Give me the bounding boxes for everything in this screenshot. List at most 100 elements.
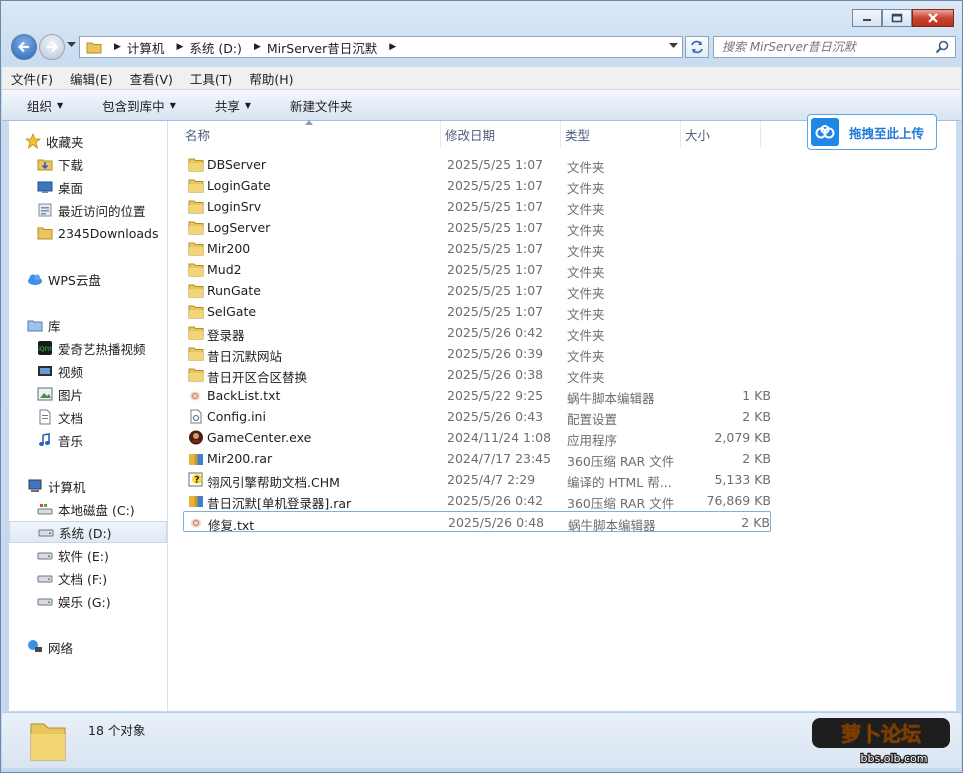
upload-label: 拖拽至此上传 (849, 125, 925, 141)
new-folder-label: 新建文件夹 (290, 98, 353, 114)
minimize-icon (863, 19, 871, 21)
forward-button[interactable] (39, 34, 65, 60)
cloud-upload-icon (811, 118, 839, 146)
new-folder-button[interactable]: 新建文件夹 (265, 96, 367, 115)
file-type: 文件夹 (567, 307, 605, 322)
file-row[interactable]: Mir200.rar 2024/7/17 23:45 360压缩 RAR 文件 2 K… (183, 448, 771, 469)
file-row[interactable]: Mud2 2025/5/25 1:07 文件夹 (183, 259, 771, 280)
music-library-icon (37, 432, 53, 448)
breadcrumb-computer[interactable]: 计算机 (127, 38, 171, 57)
download-folder-icon (37, 156, 53, 172)
file-row[interactable]: LogServer 2025/5/25 1:07 文件夹 (183, 217, 771, 238)
menu-tools[interactable]: 工具(T) (181, 69, 240, 88)
file-row[interactable]: LoginSrv 2025/5/25 1:07 文件夹 (183, 196, 771, 217)
file-row[interactable]: GameCenter.exe 2024/11/24 1:08 应用程序 2,079 K… (183, 427, 771, 448)
nav-computer[interactable]: 计算机 (27, 475, 183, 497)
file-row[interactable]: SelGate 2025/5/25 1:07 文件夹 (183, 301, 771, 322)
file-name: LoginGate (207, 178, 271, 193)
desktop-icon (37, 179, 53, 195)
nav-network[interactable]: 网络 (27, 636, 183, 658)
breadcrumb-separator-icon[interactable]: ▶ (170, 42, 189, 52)
file-modified-date: 2025/5/22 9:25 (447, 388, 544, 403)
organize-button[interactable]: 组织 ▼ (2, 96, 77, 115)
breadcrumb-separator-icon[interactable]: ▶ (383, 42, 402, 52)
file-type: 蜗牛脚本编辑器 (567, 391, 655, 406)
nav-item-label: 娱乐 (G:) (58, 594, 111, 610)
nav-favorites[interactable]: 收藏夹 (25, 130, 181, 152)
file-modified-date: 2025/5/25 1:07 (447, 283, 544, 298)
file-row[interactable]: BackList.txt 2025/5/22 9:25 蜗牛脚本编辑器 1 KB (183, 385, 771, 406)
folder-large-icon (30, 723, 66, 761)
file-row[interactable]: 昔日沉默网站 2025/5/26 0:39 文件夹 (183, 343, 771, 364)
column-header-type[interactable]: 类型 (561, 121, 681, 147)
organize-label: 组织 (27, 98, 53, 114)
iqiyi-icon: iQIYI (37, 340, 53, 356)
file-type: 文件夹 (567, 349, 605, 364)
address-dropdown-icon[interactable] (669, 43, 678, 49)
network-icon (27, 639, 43, 655)
column-header-name[interactable]: 名称 (181, 120, 441, 147)
file-type: 文件夹 (567, 181, 605, 196)
file-modified-date: 2025/5/26 0:43 (447, 409, 544, 424)
file-name: Config.ini (207, 409, 266, 424)
minimize-button[interactable] (852, 9, 882, 27)
back-arrow-icon (17, 41, 29, 53)
file-size: 2,079 KB (714, 430, 771, 445)
menu-view[interactable]: 查看(V) (121, 69, 181, 88)
nav-wps-cloud[interactable]: WPS云盘 (27, 268, 183, 290)
menu-help[interactable]: 帮助(H) (240, 69, 301, 88)
breadcrumb-separator-icon[interactable]: ▶ (248, 42, 267, 52)
file-row[interactable]: 修复.txt 2025/5/26 0:48 蜗牛脚本编辑器 2 KB (183, 511, 771, 533)
file-row[interactable]: RunGate 2025/5/25 1:07 文件夹 (183, 280, 771, 301)
column-type-label: 类型 (565, 127, 591, 143)
windows-drive-icon (37, 501, 53, 517)
nav-item-label: 爱奇艺热播视频 (58, 341, 146, 357)
search-input[interactable] (714, 39, 934, 55)
column-header-date[interactable]: 修改日期 (441, 121, 561, 147)
search-icon[interactable] (935, 40, 949, 54)
maximize-button[interactable] (882, 9, 912, 27)
file-name: 登录器 (207, 328, 245, 343)
file-modified-date: 2025/4/7 2:29 (447, 472, 536, 487)
file-row[interactable]: ? 翎风引擎帮助文档.CHM 2025/4/7 2:29 编译的 HTML 帮... 5… (183, 469, 771, 490)
video-library-icon (37, 363, 53, 379)
file-name: DBServer (207, 157, 266, 172)
column-size-label: 大小 (685, 127, 711, 143)
file-name: SelGate (207, 304, 257, 319)
drag-upload-widget[interactable]: 拖拽至此上传 (807, 114, 937, 150)
file-row[interactable]: Mir200 2025/5/25 1:07 文件夹 (183, 238, 771, 259)
nav-libraries[interactable]: 库 (27, 314, 183, 336)
file-row[interactable]: 登录器 2025/5/26 0:42 文件夹 (183, 322, 771, 343)
file-modified-date: 2025/5/25 1:07 (447, 262, 544, 277)
back-button[interactable] (11, 34, 37, 60)
breadcrumb-current-folder[interactable]: MirServer昔日沉默 (267, 38, 383, 57)
menu-file[interactable]: 文件(F) (2, 69, 61, 88)
file-row[interactable]: DBServer 2025/5/25 1:07 文件夹 (183, 154, 771, 175)
column-header-size[interactable]: 大小 (681, 121, 761, 147)
nav-item-label: 系统 (D:) (59, 525, 112, 541)
file-modified-date: 2025/5/25 1:07 (447, 178, 544, 193)
file-row[interactable]: 昔日沉默[单机登录器].rar 2025/5/26 0:42 360压缩 RAR 文… (183, 490, 771, 511)
file-row[interactable]: 昔日开区合区替换 2025/5/26 0:38 文件夹 (183, 364, 771, 385)
breadcrumb-separator-icon[interactable]: ▶ (108, 42, 127, 52)
nav-item-label: 软件 (E:) (58, 548, 109, 564)
file-row[interactable]: LoginGate 2025/5/25 1:07 文件夹 (183, 175, 771, 196)
address-bar[interactable]: ▶ 计算机 ▶ 系统 (D:) ▶ MirServer昔日沉默 ▶ (79, 36, 683, 58)
nav-item-label: 音乐 (58, 433, 84, 449)
chevron-down-icon: ▼ (169, 100, 176, 110)
recent-pages-dropdown-icon[interactable] (67, 42, 76, 48)
column-name-label: 名称 (185, 127, 211, 143)
library-icon (27, 317, 43, 333)
breadcrumb-drive-d[interactable]: 系统 (D:) (189, 38, 248, 57)
refresh-button[interactable] (685, 36, 709, 58)
share-button[interactable]: 共享 ▼ (190, 96, 265, 115)
menu-edit[interactable]: 编辑(E) (61, 69, 121, 88)
share-label: 共享 (214, 98, 240, 114)
close-button[interactable] (912, 9, 954, 27)
nav-drive-d[interactable]: 系统 (D:) (9, 521, 167, 543)
include-library-button[interactable]: 包含到库中 ▼ (77, 96, 190, 115)
documents-library-icon (37, 409, 53, 425)
search-box[interactable] (713, 36, 956, 58)
file-row[interactable]: Config.ini 2025/5/26 0:43 配置设置 2 KB (183, 406, 771, 427)
file-type: 360压缩 RAR 文件 (567, 496, 675, 511)
